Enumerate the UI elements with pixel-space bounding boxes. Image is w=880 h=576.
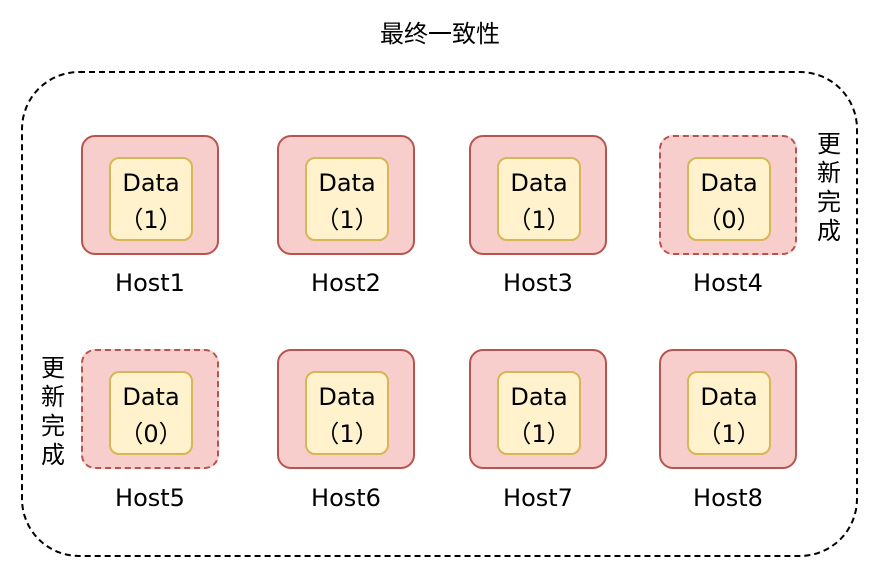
diagram-title: 最终一致性 [380,20,500,48]
data-value: （1） [697,420,761,448]
host1-data-box: Data （1） [109,157,193,241]
host7-data-box: Data （1） [497,371,581,455]
host4-data-box: Data （0） [687,157,771,241]
host5-data-box: Data （0） [109,371,193,455]
host6-node: Data （1） [277,349,415,469]
data-label: Data [318,383,376,411]
host7-node: Data （1） [469,349,607,469]
host3-data-box: Data （1） [497,157,581,241]
host1-label: Host1 [115,269,185,297]
data-value: （1） [507,206,571,234]
host4-label: Host4 [693,269,763,297]
data-label: Data [700,169,758,197]
host5-update-complete-note: 更 新 完 成 [41,354,65,469]
data-label: Data [700,383,758,411]
host5-label: Host5 [115,484,185,512]
data-value: （0） [697,206,761,234]
host4-update-complete-note: 更 新 完 成 [817,130,841,245]
data-value: （1） [507,420,571,448]
data-value: （1） [315,206,379,234]
host5-node: Data （0） [81,349,219,469]
host3-node: Data （1） [469,135,607,255]
data-label: Data [510,169,568,197]
data-label: Data [122,383,180,411]
host8-label: Host8 [693,484,763,512]
host1-node: Data （1） [81,135,219,255]
data-value: （1） [119,206,183,234]
host7-label: Host7 [503,484,573,512]
data-value: （1） [315,420,379,448]
data-value: （0） [119,420,183,448]
host2-node: Data （1） [277,135,415,255]
host8-node: Data （1） [659,349,797,469]
host2-data-box: Data （1） [305,157,389,241]
host6-label: Host6 [311,484,381,512]
host4-node: Data （0） [659,135,797,255]
data-label: Data [510,383,568,411]
host3-label: Host3 [503,269,573,297]
data-label: Data [318,169,376,197]
host8-data-box: Data （1） [687,371,771,455]
host2-label: Host2 [311,269,381,297]
data-label: Data [122,169,180,197]
host6-data-box: Data （1） [305,371,389,455]
